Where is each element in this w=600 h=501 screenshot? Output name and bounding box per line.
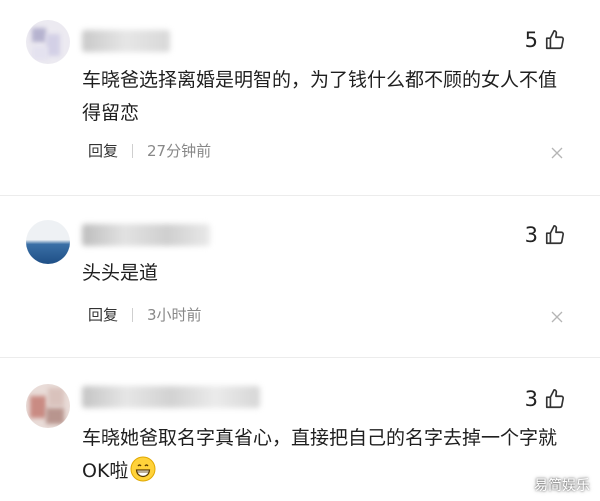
reply-button[interactable]: 回复 xyxy=(88,304,118,325)
divider xyxy=(132,143,134,158)
watermark-logo-icon xyxy=(513,476,531,494)
thumbs-up-icon[interactable] xyxy=(544,388,566,410)
avatar[interactable] xyxy=(26,220,70,264)
comment-item: 3 头头是道 回复 3小时前 xyxy=(0,200,600,350)
watermark: 易简娱乐 xyxy=(513,475,590,495)
watermark-text: 易简娱乐 xyxy=(534,478,590,494)
comment-item: 3 车晓她爸取名字真省心，直接把自己的名字去掉一个字就OK啦 xyxy=(0,362,600,501)
reply-button[interactable]: 回复 xyxy=(88,140,118,161)
grinning-face-icon xyxy=(130,456,156,482)
like-control[interactable]: 3 xyxy=(525,387,566,411)
comment-text: 车晓爸选择离婚是明智的，为了钱什么都不顾的女人不值得留恋 xyxy=(82,69,558,124)
comment-item: 5 车晓爸选择离婚是明智的，为了钱什么都不顾的女人不值得留恋 回复 27分钟前 xyxy=(0,0,600,185)
comment-text: 头头是道 xyxy=(82,262,159,284)
comment-meta: 回复 3小时前 xyxy=(88,304,202,325)
like-count: 3 xyxy=(524,223,538,247)
like-control[interactable]: 5 xyxy=(525,28,566,52)
close-icon[interactable] xyxy=(550,310,564,324)
username[interactable] xyxy=(82,386,260,408)
username[interactable] xyxy=(82,224,210,246)
like-count: 3 xyxy=(524,387,538,411)
divider xyxy=(0,357,600,358)
close-icon[interactable] xyxy=(550,146,564,160)
comment-meta: 回复 27分钟前 xyxy=(88,140,211,161)
like-control[interactable]: 3 xyxy=(525,223,566,247)
thumbs-up-icon[interactable] xyxy=(544,29,566,51)
username[interactable] xyxy=(82,30,170,52)
thumbs-up-icon[interactable] xyxy=(544,224,566,246)
comment-text: 车晓她爸取名字真省心，直接把自己的名字去掉一个字就OK啦 xyxy=(82,422,562,488)
divider xyxy=(132,307,134,322)
timestamp: 27分钟前 xyxy=(147,142,212,160)
avatar[interactable] xyxy=(26,20,70,64)
avatar[interactable] xyxy=(26,384,70,428)
like-count: 5 xyxy=(524,28,538,52)
timestamp: 3小时前 xyxy=(147,306,202,324)
divider xyxy=(0,195,600,196)
